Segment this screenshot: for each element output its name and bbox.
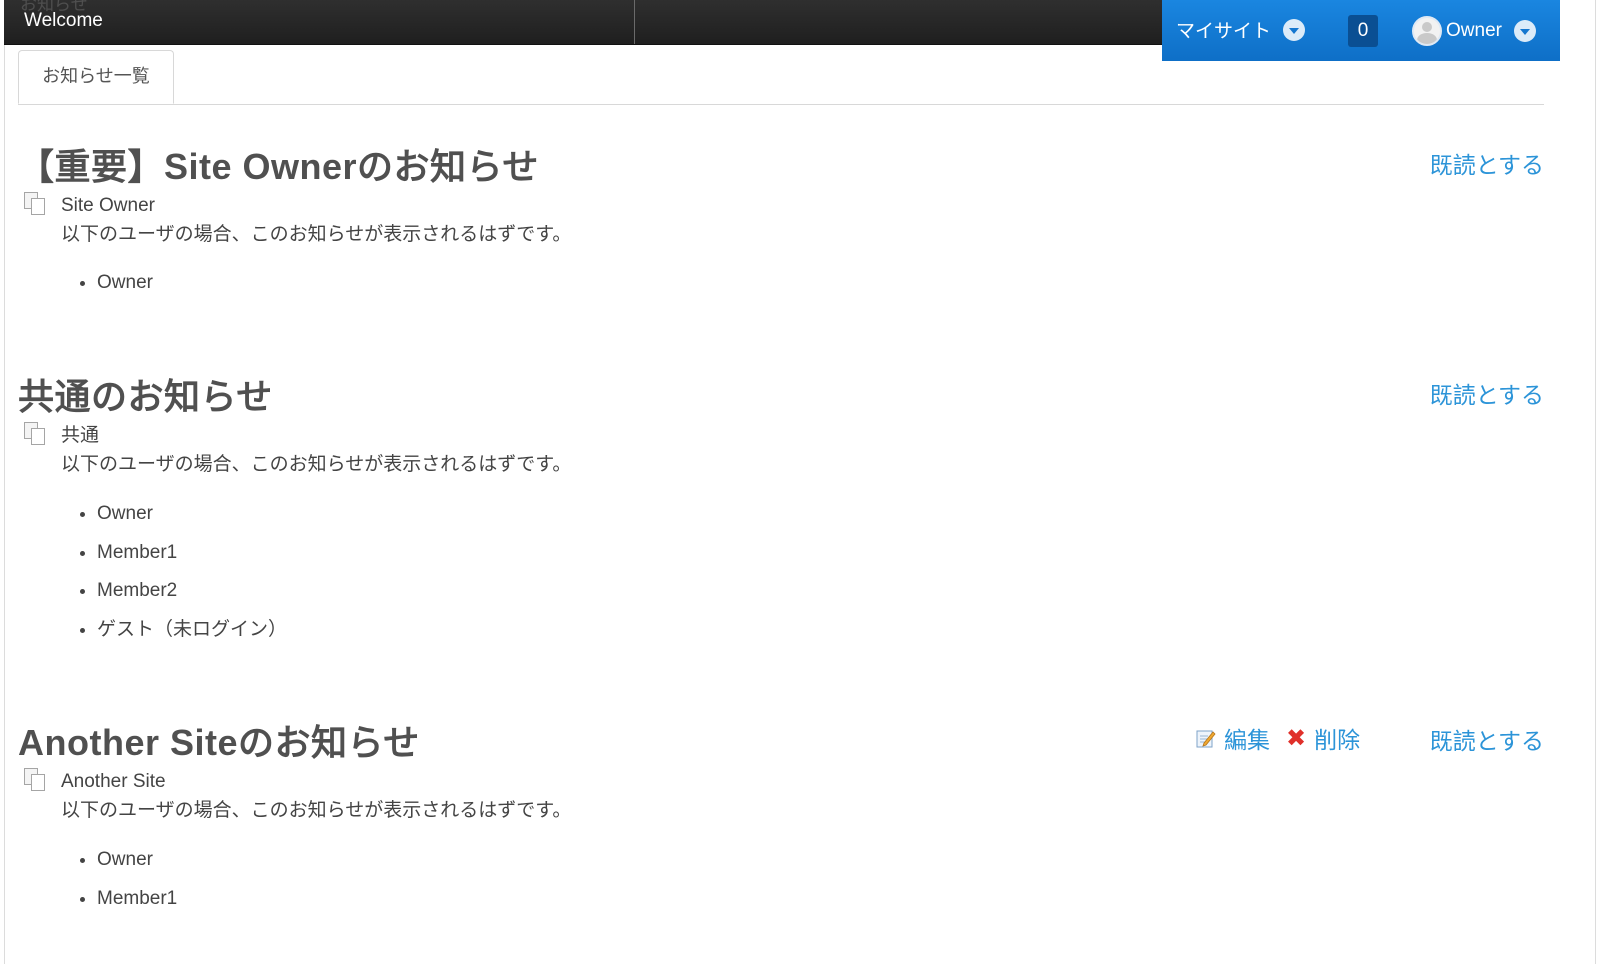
notice-source: Site Owner <box>61 195 155 216</box>
notice-item: Another Siteのお知らせ 編集 ✖ 削除 既読とする Another … <box>18 714 1544 954</box>
copy-icon <box>24 768 46 791</box>
user-avatar-icon <box>1412 16 1442 46</box>
notice-actions: 編集 ✖ 削除 <box>1196 721 1376 755</box>
notice-meta: 共通 以下のユーザの場合、このお知らせが表示されるはずです。 <box>24 421 571 479</box>
tab-bar: お知らせ一覧 <box>18 50 1544 105</box>
notice-source: Another Site <box>61 771 166 792</box>
list-item: Owner <box>97 495 287 534</box>
my-site-menu[interactable]: マイサイト <box>1176 16 1306 43</box>
notice-meta: Another Site 以下のユーザの場合、このお知らせが表示されるはずです。 <box>24 767 571 825</box>
target-user-list: Owner Member1 Member2 ゲスト（未ログイン） <box>75 495 287 649</box>
mark-read-link[interactable]: 既読とする <box>1430 722 1544 756</box>
edit-button[interactable]: 編集 <box>1196 721 1270 755</box>
notice-title: 【重要】Site Ownerのお知らせ <box>18 146 539 187</box>
notice-message: 以下のユーザの場合、このお知らせが表示されるはずです。 <box>61 453 572 475</box>
list-item: ゲスト（未ログイン） <box>97 611 287 650</box>
list-item: Owner <box>97 841 177 880</box>
user-menu[interactable]: Owner <box>1412 16 1536 46</box>
notice-meta: Site Owner 以下のユーザの場合、このお知らせが表示されるはずです。 <box>24 191 571 249</box>
delete-button[interactable]: ✖ 削除 <box>1286 721 1360 755</box>
navbar-title[interactable]: Welcome <box>24 10 103 32</box>
mark-read-link[interactable]: 既読とする <box>1430 146 1544 180</box>
edit-icon <box>1196 730 1216 748</box>
top-navbar: お知らせ Welcome <box>4 0 1162 45</box>
tab-notice-list[interactable]: お知らせ一覧 <box>18 50 174 104</box>
chevron-down-icon[interactable] <box>1513 20 1536 42</box>
notice-title: 共通のお知らせ <box>18 376 273 417</box>
user-name: Owner <box>1446 20 1502 41</box>
delete-icon: ✖ <box>1286 724 1307 752</box>
edit-label: 編集 <box>1224 728 1270 754</box>
navbar-divider <box>634 0 635 44</box>
notice-message: 以下のユーザの場合、このお知らせが表示されるはずです。 <box>61 223 572 245</box>
notice-item: 共通のお知らせ 既読とする 共通 以下のユーザの場合、このお知らせが表示されるは… <box>18 368 1544 658</box>
list-item: Member1 <box>97 880 177 919</box>
delete-label: 削除 <box>1314 728 1361 754</box>
target-user-list: Owner <box>75 264 153 303</box>
copy-icon <box>24 422 46 445</box>
notice-source: 共通 <box>61 425 100 446</box>
notification-count-badge[interactable]: 0 <box>1348 15 1378 47</box>
list-item: Member2 <box>97 572 287 611</box>
copy-icon <box>24 192 46 215</box>
chevron-down-icon[interactable] <box>1283 18 1306 41</box>
mark-read-link[interactable]: 既読とする <box>1430 376 1544 410</box>
notice-message: 以下のユーザの場合、このお知らせが表示されるはずです。 <box>61 799 572 821</box>
list-item: Owner <box>97 264 153 303</box>
list-item: Member1 <box>97 534 287 573</box>
my-site-label: マイサイト <box>1176 20 1272 42</box>
target-user-list: Owner Member1 <box>75 841 177 918</box>
notice-item: 【重要】Site Ownerのお知らせ 既読とする Site Owner 以下の… <box>18 138 1544 308</box>
